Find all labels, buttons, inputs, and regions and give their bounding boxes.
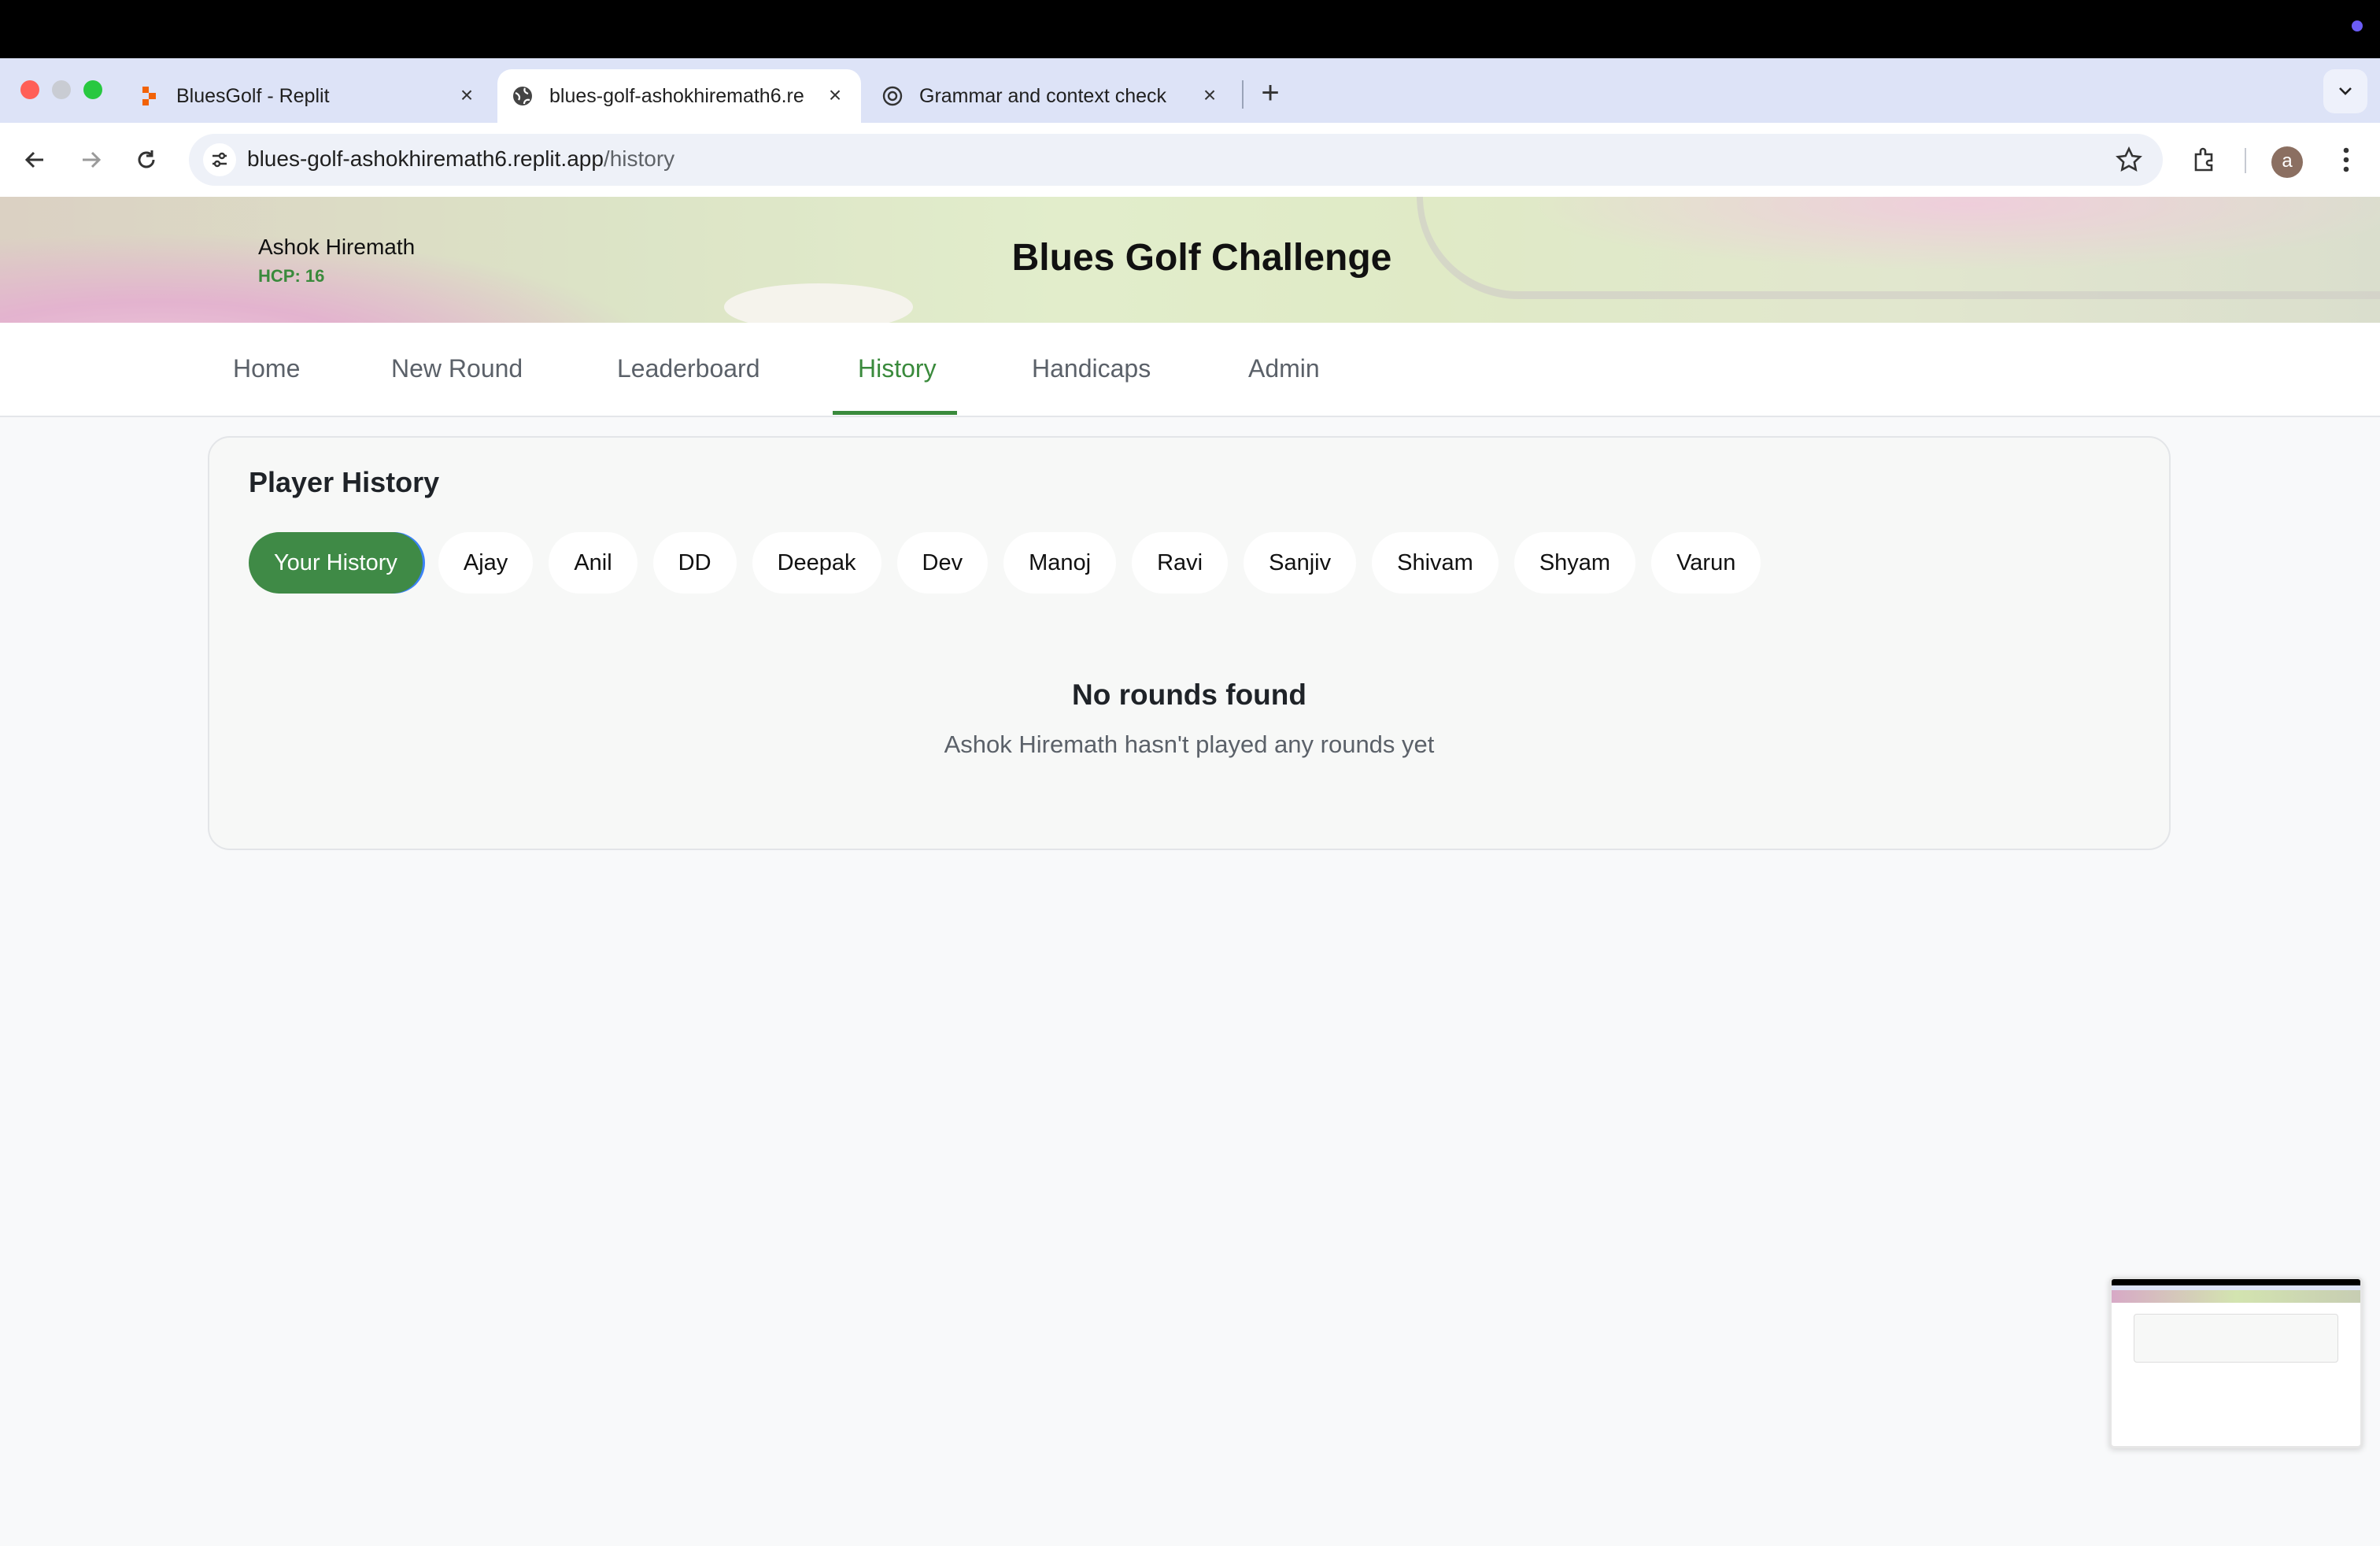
player-history-card: Player History Your History Ajay Anil DD… (208, 436, 2171, 850)
reload-icon (138, 150, 155, 168)
browser-tab-replit[interactable]: BluesGolf - Replit × (135, 69, 493, 123)
close-tab-icon[interactable]: × (823, 83, 847, 107)
site-title: Blues Golf Challenge (1011, 237, 1392, 279)
browser-toolbar: blues-golf-ashokhiremath6.replit.app/his… (0, 123, 2380, 197)
nav-history[interactable]: History (858, 354, 937, 383)
chip-varun[interactable]: Varun (1651, 532, 1761, 594)
empty-state-title: No rounds found (1072, 679, 1306, 711)
tab-separator (1242, 80, 1244, 109)
site-info-icon[interactable] (203, 143, 236, 176)
more-menu-icon[interactable] (2330, 143, 2363, 176)
arrow-left-icon (24, 151, 43, 168)
empty-state-message: Ashok Hiremath hasn't played any rounds … (944, 730, 1435, 758)
forward-button[interactable] (76, 144, 107, 176)
url-path: /history (603, 146, 675, 171)
nav-admin[interactable]: Admin (1248, 354, 1320, 383)
chip-ajay[interactable]: Ajay (438, 532, 534, 594)
nav-new-round[interactable]: New Round (391, 354, 523, 383)
url-text: blues-golf-ashokhiremath6.replit.app/his… (247, 146, 674, 172)
screenshot-thumbnail[interactable] (2109, 1277, 2363, 1448)
openai-icon (881, 85, 904, 107)
replit-icon (139, 85, 161, 107)
main-navigation: Home New Round Leaderboard History Handi… (0, 323, 2380, 417)
active-tab-indicator (833, 411, 957, 415)
globe-icon (512, 85, 534, 107)
chip-anil[interactable]: Anil (549, 532, 638, 594)
toolbar-divider (2245, 148, 2246, 173)
chip-shyam[interactable]: Shyam (1513, 532, 1636, 594)
maximize-window-button[interactable] (83, 80, 102, 99)
page-content: Ashok Hiremath HCP: 16 Blues Golf Challe… (0, 197, 2380, 1546)
bookmark-star-icon[interactable] (2114, 145, 2144, 175)
nav-home[interactable]: Home (233, 354, 300, 383)
chip-dev[interactable]: Dev (896, 532, 989, 594)
chip-sanjiv[interactable]: Sanjiv (1244, 532, 1357, 594)
tab-search-button[interactable] (2323, 69, 2367, 113)
url-host: blues-golf-ashokhiremath6.replit.app (247, 146, 604, 171)
tab-title: BluesGolf - Replit (176, 84, 330, 107)
browser-tab-grammar[interactable]: Grammar and context check × (881, 69, 1236, 123)
extensions-icon[interactable] (2188, 143, 2221, 176)
hero-banner: Ashok Hiremath HCP: 16 Blues Golf Challe… (0, 197, 2380, 323)
chip-your-history[interactable]: Your History (249, 532, 423, 594)
profile-avatar[interactable]: a (2271, 146, 2303, 178)
browser-tab-bluesgolf[interactable]: blues-golf-ashokhiremath6.re × (497, 69, 861, 123)
reload-button[interactable] (131, 144, 162, 176)
chip-deepak[interactable]: Deepak (752, 532, 881, 594)
nav-handicaps[interactable]: Handicaps (1032, 354, 1151, 383)
back-button[interactable] (19, 144, 50, 176)
close-tab-icon[interactable]: × (455, 83, 479, 107)
close-window-button[interactable] (20, 80, 39, 99)
player-filter-chips: Your History Ajay Anil DD Deepak Dev Man… (249, 532, 1761, 594)
card-title: Player History (249, 466, 440, 498)
chevron-down-icon (2339, 87, 2352, 95)
chip-ravi[interactable]: Ravi (1132, 532, 1229, 594)
status-dot-icon (2352, 20, 2363, 31)
chip-dd[interactable]: DD (652, 532, 737, 594)
arrow-right-icon (83, 151, 102, 168)
tab-title: blues-golf-ashokhiremath6.re (549, 84, 804, 107)
minimize-window-button[interactable] (52, 80, 71, 99)
browser-tab-strip: BluesGolf - Replit × blues-golf-ashokhir… (0, 58, 2380, 123)
nav-leaderboard[interactable]: Leaderboard (617, 354, 759, 383)
chip-manoj[interactable]: Manoj (1003, 532, 1117, 594)
close-tab-icon[interactable]: × (1198, 83, 1221, 107)
chip-shivam[interactable]: Shivam (1372, 532, 1499, 594)
tab-title: Grammar and context check (919, 84, 1167, 107)
new-tab-icon[interactable]: + (1255, 77, 1286, 109)
system-top-bar (0, 0, 2380, 58)
address-bar[interactable]: blues-golf-ashokhiremath6.replit.app/his… (189, 134, 2163, 186)
